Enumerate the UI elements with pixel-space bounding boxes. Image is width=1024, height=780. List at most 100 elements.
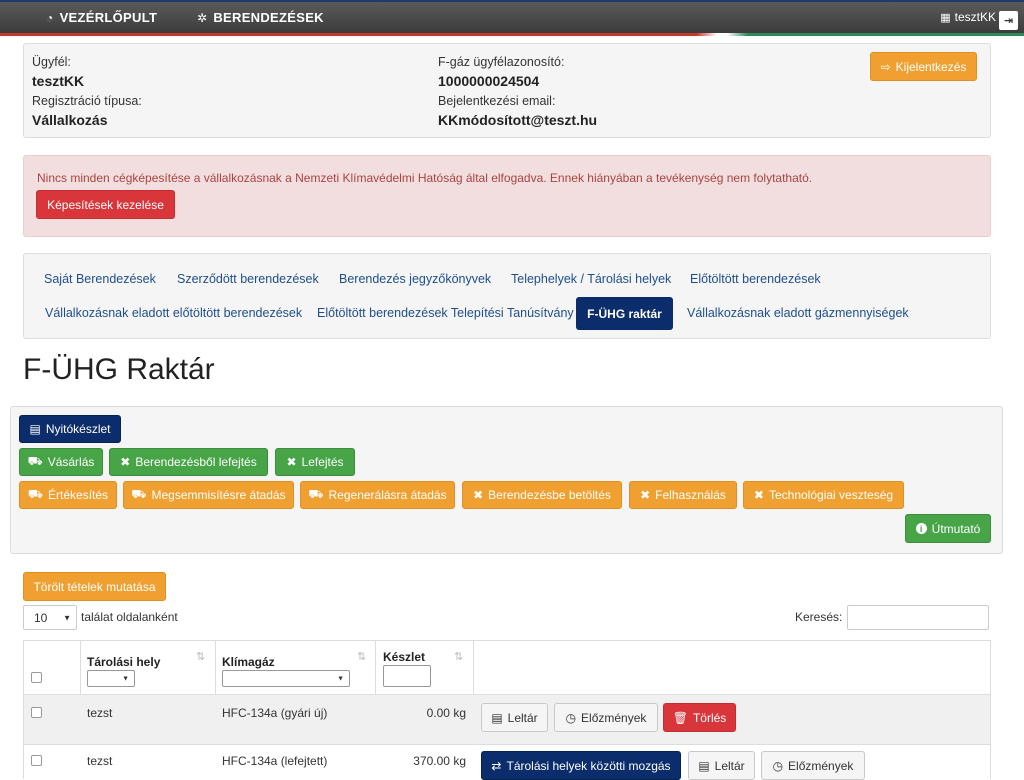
cell-storage: tezst — [87, 754, 113, 768]
history-button[interactable]: ◷ Előzmények — [761, 751, 865, 780]
filter-stock-input[interactable] — [383, 665, 431, 687]
building-icon: ▦ — [940, 11, 951, 24]
sort-icon[interactable]: ⇅ — [357, 650, 366, 663]
show-deleted-button[interactable]: Törölt tételek mutatása — [23, 572, 166, 601]
purchase-label: Vásárlás — [47, 455, 95, 469]
search-input[interactable] — [847, 605, 989, 630]
filter-storage-select[interactable]: ▼ — [87, 670, 135, 687]
logout-button[interactable]: ⇨ Kijelentkezés — [870, 52, 977, 81]
header-gas[interactable]: Klímagáz — [222, 655, 275, 669]
top-navbar: ◔ VEZÉRLŐPULT ✲ BERENDEZÉSEK ▦ tesztKK ⇥ — [0, 0, 1024, 36]
manage-qualifications-label: Képesítések kezelése — [47, 197, 164, 212]
drain-from-equipment-button[interactable]: ✖ Berendezésből lefejtés — [109, 448, 268, 476]
tech-loss-button[interactable]: ✖ Technológiai veszteség — [743, 481, 904, 509]
gear-icon: ✲ — [197, 10, 208, 25]
inventory-label: Leltár — [714, 758, 745, 773]
for-regeneration-button[interactable]: ⛟ Regenerálásra átadás — [300, 481, 455, 509]
history-icon: ◷ — [772, 758, 784, 773]
sort-icon[interactable]: ⇅ — [454, 650, 463, 663]
delete-button[interactable]: 🗑 Törlés — [663, 703, 736, 732]
tab-contracted-equipment[interactable]: Szerződött berendezések — [177, 272, 319, 286]
alert-message: Nincs minden cégképesítése a vállalkozás… — [37, 171, 813, 185]
fill-into-equipment-label: Berendezésbe betöltés — [488, 488, 611, 502]
tech-loss-label: Technológiai veszteség — [768, 488, 894, 502]
drain-button[interactable]: ✖ Lefejtés — [275, 448, 355, 476]
header-stock[interactable]: Készlet — [383, 650, 425, 664]
tab-fuhg-storage[interactable]: F-ÜHG raktár — [576, 297, 673, 330]
inventory-button[interactable]: ▤ Leltár — [481, 703, 548, 732]
opening-stock-button[interactable]: ▤ Nyitókészlet — [19, 415, 121, 443]
tab-sold-prefilled[interactable]: Vállalkozásnak eladott előtöltött berend… — [45, 306, 302, 320]
exchange-icon: ⇄ — [491, 758, 502, 773]
reg-type-label: Regisztráció típusa: — [32, 94, 142, 108]
drain-label: Lefejtés — [301, 455, 344, 469]
cart-icon: ⛟ — [131, 487, 147, 501]
usage-button[interactable]: ✖ Felhasználás — [629, 481, 737, 509]
nav-equipment-label: BERENDEZÉSEK — [213, 10, 324, 25]
tab-own-equipment[interactable]: Saját Berendezések — [44, 272, 156, 286]
logout-button-label: Kijelentkezés — [895, 59, 967, 74]
show-deleted-label: Törölt tételek mutatása — [33, 579, 156, 594]
purchase-button[interactable]: ⛟ Vásárlás — [19, 448, 103, 476]
nav-logout-icon[interactable]: ⇥ — [999, 11, 1018, 30]
guide-button[interactable]: i Útmutató — [905, 514, 991, 543]
table-row: tezst HFC-134a (lefejtett) 370.00 kg ⇄ T… — [24, 744, 990, 780]
client-value: tesztKK — [32, 73, 85, 89]
for-regeneration-label: Regenerálásra átadás — [328, 488, 447, 502]
history-label: Előzmények — [581, 710, 647, 725]
page-size-value: 10 — [34, 610, 48, 625]
inventory-label: Leltár — [507, 710, 538, 725]
inventory-button[interactable]: ▤ Leltár — [688, 751, 755, 780]
move-between-sites-button[interactable]: ⇄ Tárolási helyek közötti mozgás — [481, 751, 681, 780]
nav-user[interactable]: ▦ tesztKK — [940, 10, 996, 24]
header-storage[interactable]: Tárolási hely — [87, 655, 160, 669]
inventory-icon: ▤ — [698, 758, 710, 773]
guide-label: Útmutató — [931, 521, 981, 536]
client-label: Ügyfél: — [32, 55, 71, 69]
caret-down-icon: ▼ — [337, 675, 344, 682]
tab-sold-gas[interactable]: Vállalkozásnak eladott gázmennyiségek — [687, 306, 909, 320]
tab-prefilled[interactable]: Előtöltött berendezések — [690, 272, 821, 286]
history-label: Előzmények — [788, 758, 854, 773]
tab-fuhg-storage-label: F-ÜHG raktár — [587, 306, 662, 321]
cart-icon: ⛟ — [308, 487, 324, 501]
cell-stock: 370.00 kg — [413, 754, 466, 768]
book-icon: ▤ — [29, 422, 41, 436]
tab-sites[interactable]: Telephelyek / Tárolási helyek — [511, 272, 671, 286]
tab-prefilled-install-cert[interactable]: Előtöltött berendezések Telepítési Tanús… — [317, 306, 574, 320]
row-checkbox[interactable] — [31, 755, 42, 766]
cell-gas: HFC-134a (lefejtett) — [222, 754, 328, 768]
manage-qualifications-button[interactable]: Képesítések kezelése — [36, 190, 175, 219]
client-info-panel: Ügyfél: tesztKK Regisztráció típusa: Vál… — [23, 43, 991, 138]
qualification-alert: Nincs minden cégképesítése a vállalkozás… — [23, 155, 991, 237]
history-button[interactable]: ◷ Előzmények — [554, 703, 658, 732]
tab-equipment-logs[interactable]: Berendezés jegyzőkönyvek — [339, 272, 491, 286]
table-row: tezst HFC-134a (gyári új) 0.00 kg ▤ Lelt… — [24, 694, 990, 744]
filter-gas-select[interactable]: ▼ — [222, 670, 350, 687]
cell-stock: 0.00 kg — [426, 706, 466, 720]
for-destruction-label: Megsemmisítésre átadás — [151, 488, 286, 502]
email-value: KKmódosított@teszt.hu — [438, 112, 598, 128]
nav-dashboard[interactable]: ◔ VEZÉRLŐPULT — [46, 10, 157, 25]
nav-equipment[interactable]: ✲ BERENDEZÉSEK — [197, 10, 324, 25]
page-size-label: találat oldalanként — [81, 610, 178, 624]
caret-down-icon: ▼ — [122, 675, 129, 682]
page-size-select[interactable]: 10 ▼ — [23, 605, 77, 630]
fill-into-equipment-button[interactable]: ✖ Berendezésbe betöltés — [462, 481, 622, 509]
row-checkbox[interactable] — [31, 707, 42, 718]
history-icon: ◷ — [565, 710, 577, 725]
cell-gas: HFC-134a (gyári új) — [222, 706, 328, 720]
search-label: Keresés: — [795, 610, 843, 624]
tools-icon: ✖ — [473, 488, 484, 502]
select-all-checkbox[interactable] — [31, 672, 42, 683]
nav-dashboard-label: VEZÉRLŐPULT — [59, 10, 158, 25]
nav-user-name: tesztKK — [954, 10, 996, 24]
stock-actions-panel: ▤ Nyitókészlet ⛟ Vásárlás ✖ Berendezésbő… — [10, 406, 1003, 554]
for-destruction-button[interactable]: ⛟ Megsemmisítésre átadás — [123, 481, 294, 509]
sort-icon[interactable]: ⇅ — [196, 650, 205, 663]
reg-type-value: Vállalkozás — [32, 112, 108, 128]
delete-label: Törlés — [692, 710, 727, 725]
sale-button[interactable]: ⛟ Értékesítés — [19, 481, 117, 509]
info-icon: i — [915, 523, 927, 534]
move-between-sites-label: Tárolási helyek közötti mozgás — [506, 758, 671, 773]
